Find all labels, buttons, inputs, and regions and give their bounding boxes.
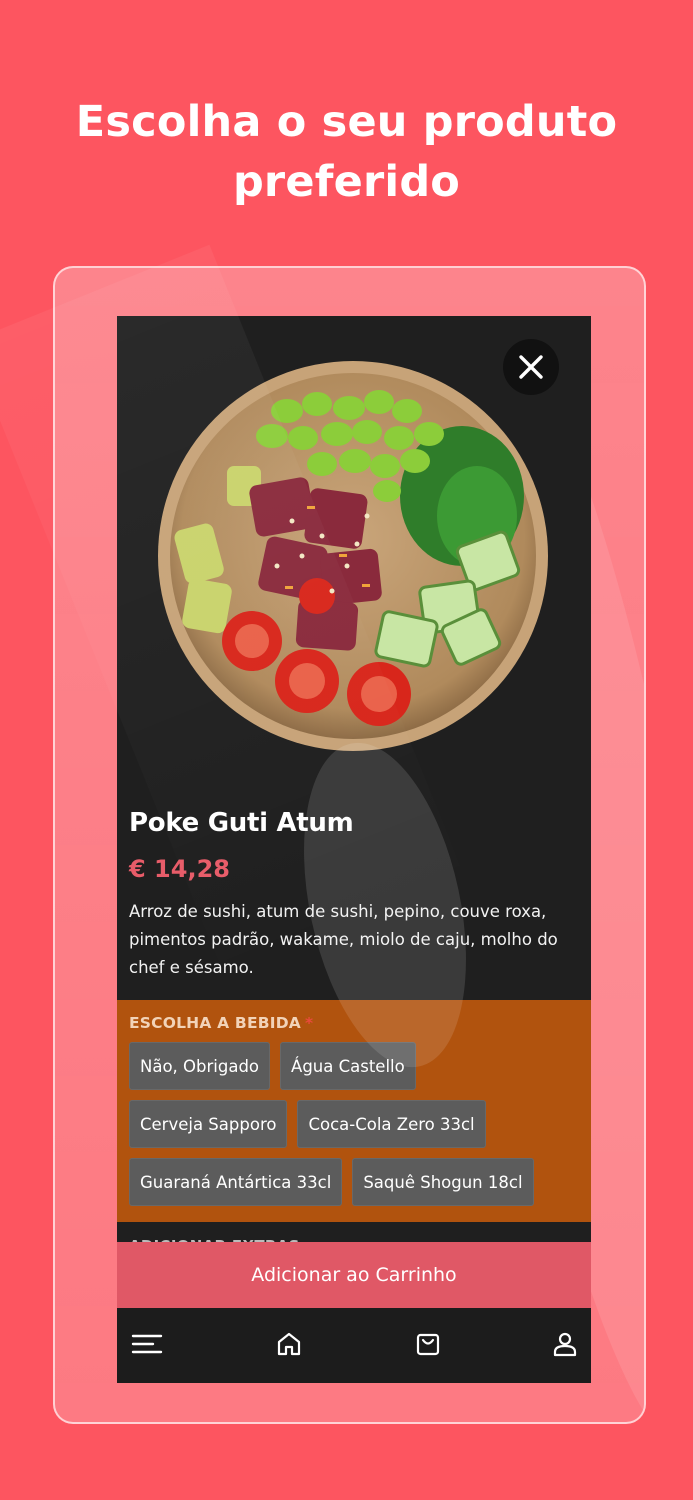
product-description: Arroz de sushi, atum de sushi, pepino, c…: [129, 902, 558, 977]
headline: Escolha o seu produto preferido: [0, 92, 693, 212]
shopping-bag-icon: [416, 1333, 440, 1356]
product-title: Poke Guti Atum: [129, 808, 354, 838]
user-icon: [553, 1332, 577, 1357]
app-screen: Poke Guti Atum € 14,28 Arroz de sushi, a…: [117, 316, 591, 1383]
drink-option-water[interactable]: Água Castello: [280, 1042, 416, 1090]
chip-row: Cerveja Sapporo Coca-Cola Zero 33cl: [129, 1100, 579, 1148]
drink-section-heading: ESCOLHA A BEBIDA *: [129, 1014, 579, 1032]
bottom-nav: [117, 1308, 591, 1383]
close-icon: [519, 355, 543, 379]
drink-option-sake[interactable]: Saquê Shogun 18cl: [352, 1158, 534, 1206]
menu-icon: [131, 1334, 163, 1354]
drink-section-heading-label: ESCOLHA A BEBIDA: [129, 1014, 301, 1032]
chip-row: Não, Obrigado Água Castello: [129, 1042, 579, 1090]
required-marker: *: [304, 1014, 314, 1032]
home-icon: [277, 1332, 301, 1356]
drink-option-none[interactable]: Não, Obrigado: [129, 1042, 271, 1090]
close-button[interactable]: [503, 339, 559, 395]
menu-button[interactable]: [127, 1324, 167, 1364]
drink-option-beer[interactable]: Cerveja Sapporo: [129, 1100, 288, 1148]
cart-nav-button[interactable]: [408, 1324, 448, 1364]
chip-row: Guaraná Antártica 33cl Saquê Shogun 18cl: [129, 1158, 579, 1206]
product-price: € 14,28: [129, 855, 230, 883]
drink-section: ESCOLHA A BEBIDA * Não, Obrigado Água Cas…: [117, 1000, 591, 1222]
profile-button[interactable]: [545, 1324, 585, 1364]
add-to-cart-button[interactable]: Adicionar ao Carrinho: [117, 1242, 591, 1308]
drink-option-coke-zero[interactable]: Coca-Cola Zero 33cl: [297, 1100, 486, 1148]
drink-option-guarana[interactable]: Guaraná Antártica 33cl: [129, 1158, 343, 1206]
headline-line-2: preferido: [232, 157, 461, 207]
home-button[interactable]: [269, 1324, 309, 1364]
headline-line-1: Escolha o seu produto: [75, 97, 618, 147]
